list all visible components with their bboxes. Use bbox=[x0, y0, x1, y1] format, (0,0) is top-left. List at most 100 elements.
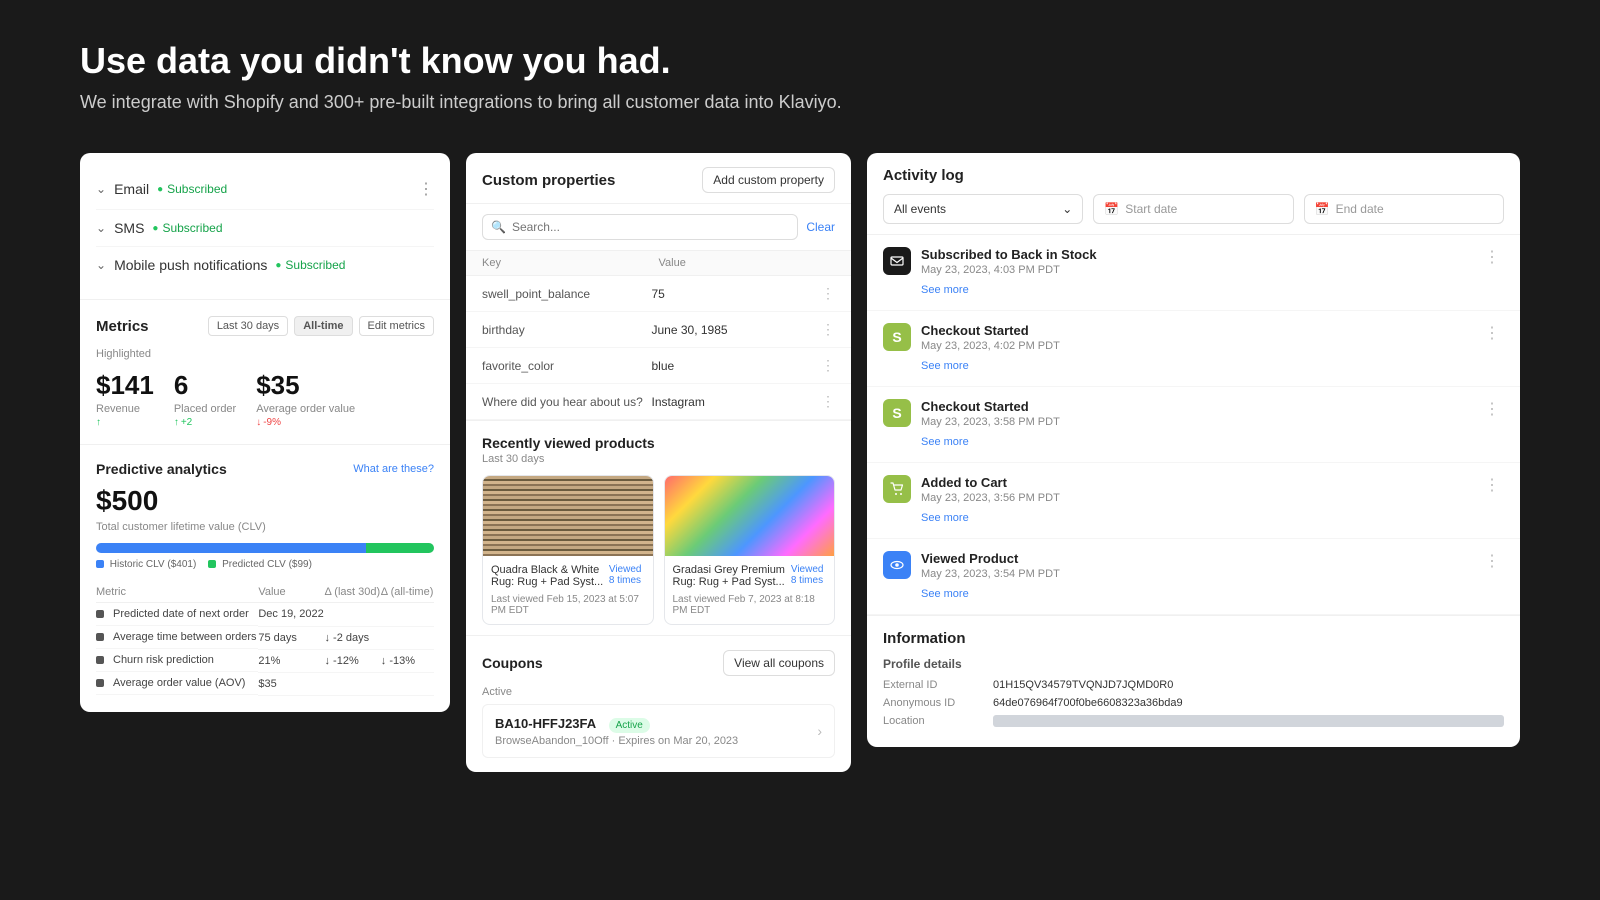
coupon-description: BrowseAbandon_10Off · Expires on Mar 20,… bbox=[495, 735, 738, 747]
search-row: 🔍 Clear bbox=[466, 204, 851, 251]
prop-value: June 30, 1985 bbox=[652, 323, 822, 337]
col-metric: Metric bbox=[96, 582, 258, 603]
prop-actions-button[interactable]: ⋮ bbox=[821, 285, 835, 302]
end-date-input[interactable]: 📅 End date bbox=[1304, 194, 1504, 224]
external-id-label: External ID bbox=[883, 679, 983, 691]
list-item: Viewed Product May 23, 2023, 3:54 PM PDT… bbox=[867, 539, 1520, 615]
push-sub-row: ⌄ Mobile push notifications ● Subscribed bbox=[96, 247, 434, 283]
sms-status: Subscribed bbox=[162, 221, 222, 235]
pred-metric-cell: Churn risk prediction bbox=[96, 649, 258, 672]
metrics-values: $141 Revenue ↑ 6 Placed order ↑ +2 $35 A… bbox=[96, 370, 434, 428]
location-label: Location bbox=[883, 715, 983, 727]
event-more-button[interactable]: ⋮ bbox=[1480, 323, 1504, 343]
location-bar bbox=[993, 715, 1504, 727]
edit-metrics-button[interactable]: Edit metrics bbox=[359, 316, 434, 336]
event-more-button[interactable]: ⋮ bbox=[1480, 475, 1504, 495]
see-more-link[interactable]: See more bbox=[921, 360, 969, 372]
cards-container: ⌄ Email ● Subscribed ⋮ ⌄ SMS ● Subscribe… bbox=[0, 133, 1600, 792]
see-more-link[interactable]: See more bbox=[921, 436, 969, 448]
email-sub-row: ⌄ Email ● Subscribed ⋮ bbox=[96, 169, 434, 210]
predictive-section: Predictive analytics What are these? $50… bbox=[80, 445, 450, 712]
last-30-days-button[interactable]: Last 30 days bbox=[208, 316, 288, 336]
information-section: Information Profile details External ID … bbox=[867, 615, 1520, 747]
list-item: S Checkout Started May 23, 2023, 3:58 PM… bbox=[867, 387, 1520, 463]
start-date-input[interactable]: 📅 Start date bbox=[1093, 194, 1293, 224]
clv-value: $500 bbox=[96, 485, 434, 517]
col-d30: Δ (last 30d) bbox=[325, 582, 381, 603]
email-label: Email bbox=[114, 181, 149, 197]
external-id-value: 01H15QV34579TVQNJD7JQMD0R0 bbox=[993, 679, 1504, 691]
email-more-button[interactable]: ⋮ bbox=[418, 179, 434, 199]
email-chevron-icon: ⌄ bbox=[96, 182, 106, 196]
add-to-cart-icon bbox=[883, 475, 911, 503]
prop-key: birthday bbox=[482, 323, 652, 337]
anonymous-id-label: Anonymous ID bbox=[883, 697, 983, 709]
clv-bar-predicted bbox=[366, 543, 434, 553]
pred-d30-cell: ↓ -2 days bbox=[325, 626, 381, 649]
prop-key: swell_point_balance bbox=[482, 287, 652, 301]
event-name: Checkout Started bbox=[921, 399, 1470, 414]
add-custom-property-button[interactable]: Add custom property bbox=[702, 167, 835, 193]
clv-legend: Historic CLV ($401) Predicted CLV ($99) bbox=[96, 559, 434, 570]
clv-bar bbox=[96, 543, 434, 553]
search-input[interactable] bbox=[512, 220, 789, 234]
event-more-button[interactable]: ⋮ bbox=[1480, 399, 1504, 419]
col-value: Value bbox=[258, 582, 324, 603]
information-title: Information bbox=[883, 630, 1504, 647]
predictive-title: Predictive analytics bbox=[96, 461, 227, 477]
what-are-these-link[interactable]: What are these? bbox=[353, 463, 434, 475]
prop-actions-button[interactable]: ⋮ bbox=[821, 357, 835, 374]
recently-viewed-section: Recently viewed products Last 30 days Qu… bbox=[466, 420, 851, 635]
sms-badge: ● Subscribed bbox=[152, 221, 222, 235]
products-grid: Quadra Black & White Rug: Rug + Pad Syst… bbox=[482, 475, 835, 625]
see-more-link[interactable]: See more bbox=[921, 284, 969, 296]
all-events-select[interactable]: All events ⌄ bbox=[883, 194, 1083, 224]
pred-d30-cell: ↓ -12% bbox=[325, 649, 381, 672]
clv-bar-historic bbox=[96, 543, 366, 553]
hero-section: Use data you didn't know you had. We int… bbox=[0, 0, 1600, 133]
event-name: Subscribed to Back in Stock bbox=[921, 247, 1470, 262]
prop-actions-button[interactable]: ⋮ bbox=[821, 321, 835, 338]
product-name: Gradasi Grey Premium Rug: Rug + Pad Syst… bbox=[673, 564, 791, 588]
all-time-button[interactable]: All-time bbox=[294, 316, 352, 336]
event-name: Checkout Started bbox=[921, 323, 1470, 338]
see-more-link[interactable]: See more bbox=[921, 512, 969, 524]
list-item: birthday June 30, 1985 ⋮ bbox=[466, 312, 851, 348]
activity-header: Activity log All events ⌄ 📅 Start date 📅… bbox=[867, 153, 1520, 235]
pred-alltime-cell bbox=[381, 626, 434, 649]
product-last-viewed: Last viewed Feb 7, 2023 at 8:18 PM EDT bbox=[673, 594, 827, 616]
external-id-row: External ID 01H15QV34579TVQNJD7JQMD0R0 bbox=[883, 679, 1504, 691]
predicted-dot-icon bbox=[208, 560, 216, 568]
left-card: ⌄ Email ● Subscribed ⋮ ⌄ SMS ● Subscribe… bbox=[80, 153, 450, 712]
see-more-link[interactable]: See more bbox=[921, 588, 969, 600]
prop-value: 75 bbox=[652, 287, 822, 301]
coupon-code: BA10-HFFJ23FA bbox=[495, 716, 596, 731]
sms-chevron-icon: ⌄ bbox=[96, 221, 106, 235]
view-all-coupons-button[interactable]: View all coupons bbox=[723, 650, 835, 676]
anonymous-id-row: Anonymous ID 64de076964f700f0be6608323a3… bbox=[883, 697, 1504, 709]
pred-d30-cell bbox=[325, 603, 381, 627]
pred-d30-cell bbox=[325, 672, 381, 695]
coupons-title: Coupons bbox=[482, 655, 543, 671]
pred-value-cell: 21% bbox=[258, 649, 324, 672]
prop-actions-button[interactable]: ⋮ bbox=[821, 393, 835, 410]
event-time: May 23, 2023, 3:56 PM PDT bbox=[921, 492, 1470, 504]
event-time: May 23, 2023, 4:03 PM PDT bbox=[921, 264, 1470, 276]
prop-key: Where did you hear about us? bbox=[482, 395, 652, 409]
email-dot-icon: ● bbox=[157, 184, 163, 195]
clear-link[interactable]: Clear bbox=[806, 220, 835, 234]
event-more-button[interactable]: ⋮ bbox=[1480, 247, 1504, 267]
placed-order-label: Placed order bbox=[174, 403, 236, 415]
hero-title: Use data you didn't know you had. bbox=[80, 40, 1520, 82]
event-more-button[interactable]: ⋮ bbox=[1480, 551, 1504, 571]
event-name: Added to Cart bbox=[921, 475, 1470, 490]
aov-metric: $35 Average order value ↓ -9% bbox=[256, 370, 355, 428]
recently-viewed-period: Last 30 days bbox=[482, 453, 835, 465]
event-time: May 23, 2023, 4:02 PM PDT bbox=[921, 340, 1470, 352]
calendar-icon-end: 📅 bbox=[1315, 202, 1330, 216]
revenue-value: $141 bbox=[96, 370, 154, 401]
chevron-down-icon: ⌄ bbox=[1062, 202, 1072, 216]
prop-value: blue bbox=[652, 359, 822, 373]
placed-order-value: 6 bbox=[174, 370, 236, 401]
event-time: May 23, 2023, 3:54 PM PDT bbox=[921, 568, 1470, 580]
